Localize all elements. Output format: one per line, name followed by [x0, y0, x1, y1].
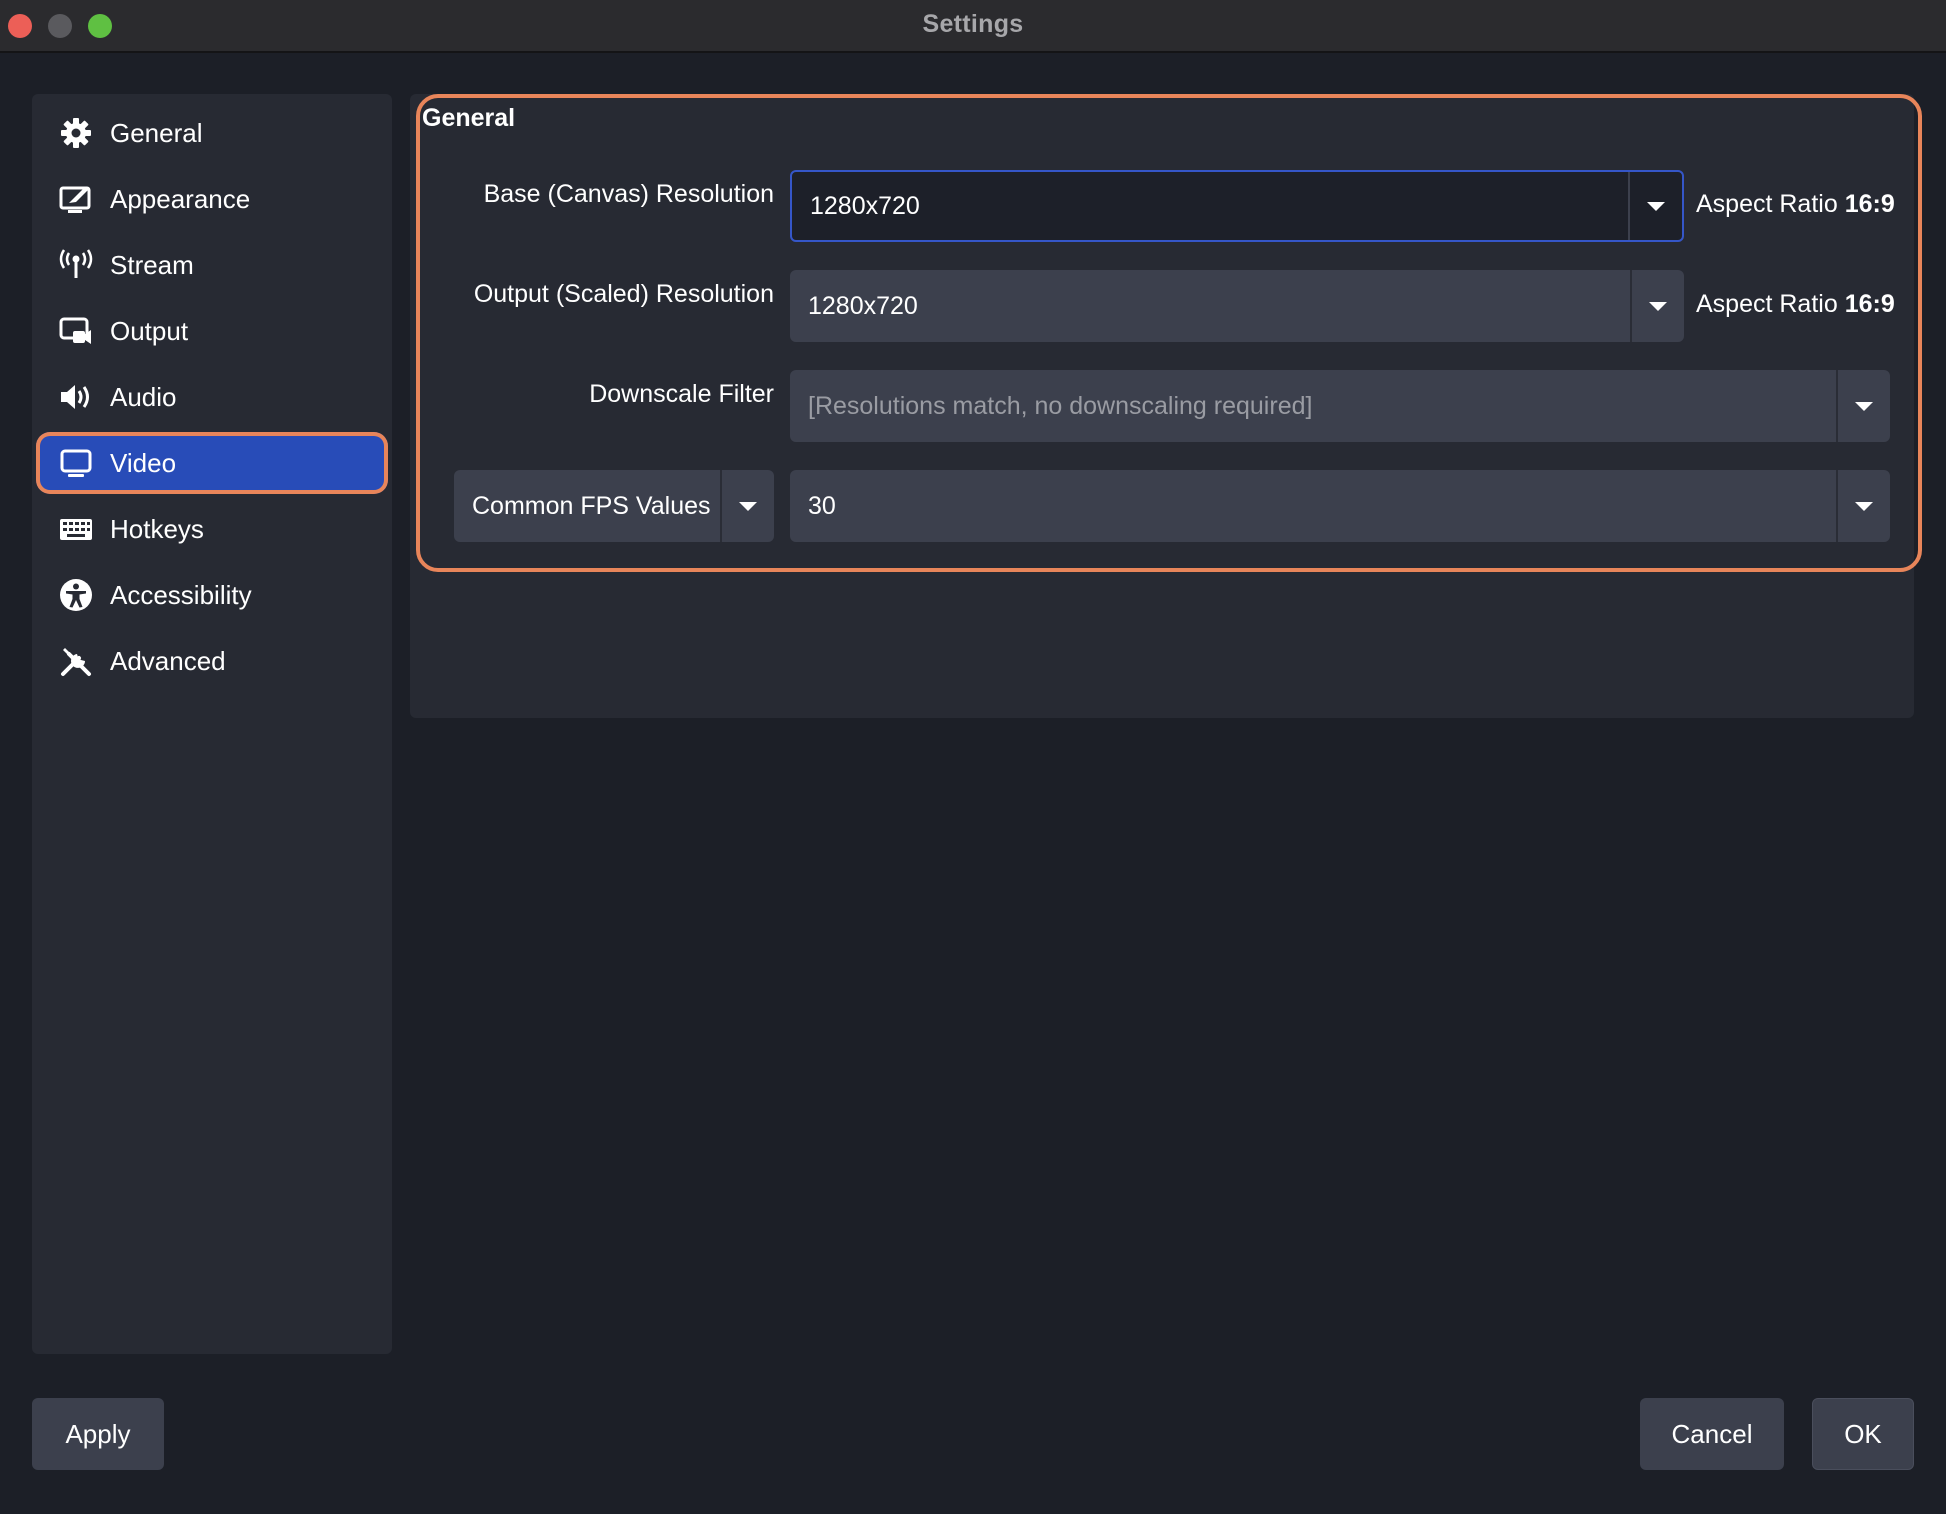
fps-type-value: Common FPS Values — [472, 491, 711, 520]
downscale-filter-label: Downscale Filter — [589, 380, 774, 408]
aspect-ratio-prefix: Aspect Ratio — [1696, 290, 1845, 318]
sidebar-item-stream[interactable]: Stream — [36, 234, 388, 296]
base-aspect-ratio: Aspect Ratio 16:9 — [1696, 190, 1895, 219]
sidebar-item-accessibility[interactable]: Accessibility — [36, 564, 388, 626]
sidebar-item-label: Hotkeys — [110, 513, 204, 544]
sidebar-item-label: Advanced — [110, 645, 226, 676]
sidebar-item-advanced[interactable]: Advanced — [36, 630, 388, 692]
sidebar-item-label: Accessibility — [110, 579, 252, 610]
settings-window: Settings General Appearance Stream Outpu… — [0, 0, 1946, 1514]
apply-button[interactable]: Apply — [32, 1398, 164, 1470]
sidebar-item-label: General — [110, 117, 203, 148]
settings-sidebar: General Appearance Stream Output Audio V… — [32, 94, 392, 1354]
sidebar-item-hotkeys[interactable]: Hotkeys — [36, 498, 388, 560]
antenna-icon — [58, 247, 94, 283]
output-resolution-combobox[interactable]: 1280x720 — [790, 270, 1684, 342]
output-aspect-ratio: Aspect Ratio 16:9 — [1696, 290, 1895, 319]
chevron-down-icon[interactable] — [1836, 370, 1890, 442]
tools-icon — [58, 643, 94, 679]
sidebar-item-label: Video — [110, 447, 177, 478]
chevron-down-icon[interactable] — [1836, 470, 1890, 542]
sidebar-item-audio[interactable]: Audio — [36, 366, 388, 428]
title-bar: Settings — [0, 0, 1946, 53]
sidebar-item-appearance[interactable]: Appearance — [36, 168, 388, 230]
aspect-ratio-prefix: Aspect Ratio — [1696, 190, 1845, 218]
accessibility-icon — [58, 577, 94, 613]
output-resolution-label: Output (Scaled) Resolution — [473, 280, 774, 308]
downscale-filter-value: [Resolutions match, no downscaling requi… — [808, 391, 1313, 420]
appearance-icon — [58, 181, 94, 217]
ok-button[interactable]: OK — [1812, 1398, 1914, 1470]
speaker-icon — [58, 379, 94, 415]
sidebar-item-general[interactable]: General — [36, 102, 388, 164]
sidebar-item-label: Output — [110, 315, 189, 346]
fps-value-combobox[interactable]: 30 — [790, 470, 1890, 542]
sidebar-item-output[interactable]: Output — [36, 300, 388, 362]
base-resolution-combobox[interactable]: 1280x720 — [790, 170, 1684, 242]
keyboard-icon — [58, 511, 94, 547]
monitor-icon — [58, 445, 94, 481]
output-icon — [58, 313, 94, 349]
aspect-ratio-value: 16:9 — [1844, 290, 1895, 318]
chevron-down-icon[interactable] — [1630, 270, 1684, 342]
group-title: General — [422, 104, 516, 132]
chevron-down-icon[interactable] — [720, 470, 774, 542]
sidebar-item-label: Audio — [110, 381, 177, 412]
sidebar-item-video[interactable]: Video — [36, 432, 388, 494]
sidebar-item-label: Stream — [110, 249, 194, 280]
cancel-button[interactable]: Cancel — [1640, 1398, 1784, 1470]
downscale-filter-combobox[interactable]: [Resolutions match, no downscaling requi… — [790, 370, 1890, 442]
chevron-down-icon[interactable] — [1628, 172, 1682, 240]
base-resolution-label: Base (Canvas) Resolution — [483, 180, 774, 208]
fps-value: 30 — [808, 491, 836, 520]
sidebar-item-label: Appearance — [110, 183, 251, 214]
aspect-ratio-value: 16:9 — [1844, 190, 1895, 218]
gear-icon — [58, 115, 94, 151]
base-resolution-value: 1280x720 — [810, 191, 920, 220]
output-resolution-value: 1280x720 — [808, 291, 918, 320]
window-title: Settings — [922, 10, 1024, 38]
fps-type-combobox[interactable]: Common FPS Values — [454, 470, 774, 542]
